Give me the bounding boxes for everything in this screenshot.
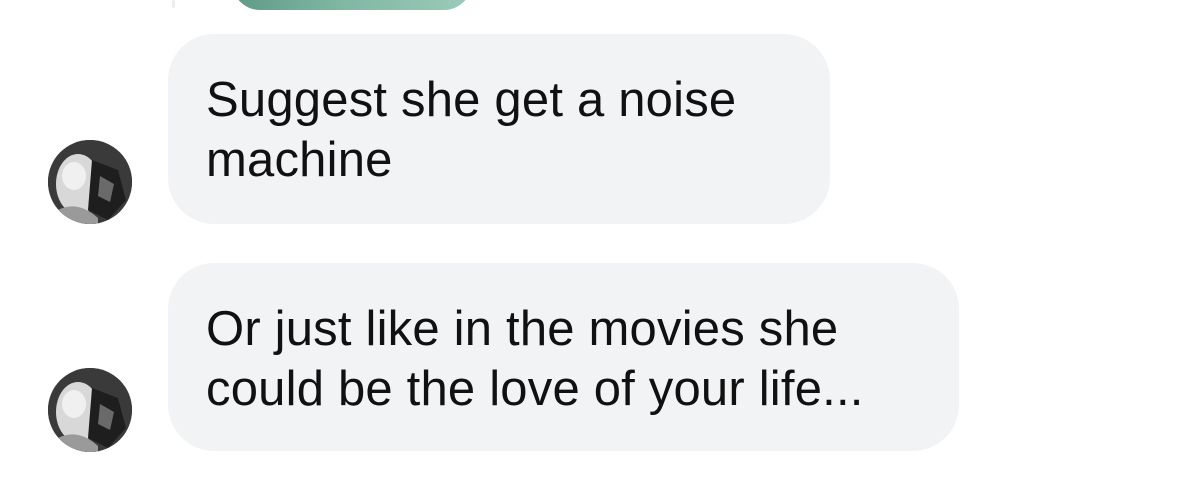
message-bubble[interactable]: Suggest she get a noise machine [168,34,830,224]
message-text-line: machine [206,133,393,187]
message-text-line: Suggest she get a noise [206,73,737,127]
image-attachment-partial[interactable] [232,0,472,10]
thread-divider [172,0,175,8]
avatar[interactable] [48,140,132,224]
message-thread: Suggest she get a noise machine Or just … [0,0,1179,477]
message-text-line: Or just like in the movies she [206,302,839,356]
user-photo-avatar-icon [48,140,132,224]
message-text-line: could be the love of your life... [206,362,864,416]
message-bubble[interactable]: Or just like in the movies she could be … [168,263,959,451]
avatar[interactable] [48,368,132,452]
user-photo-avatar-icon [48,368,132,452]
